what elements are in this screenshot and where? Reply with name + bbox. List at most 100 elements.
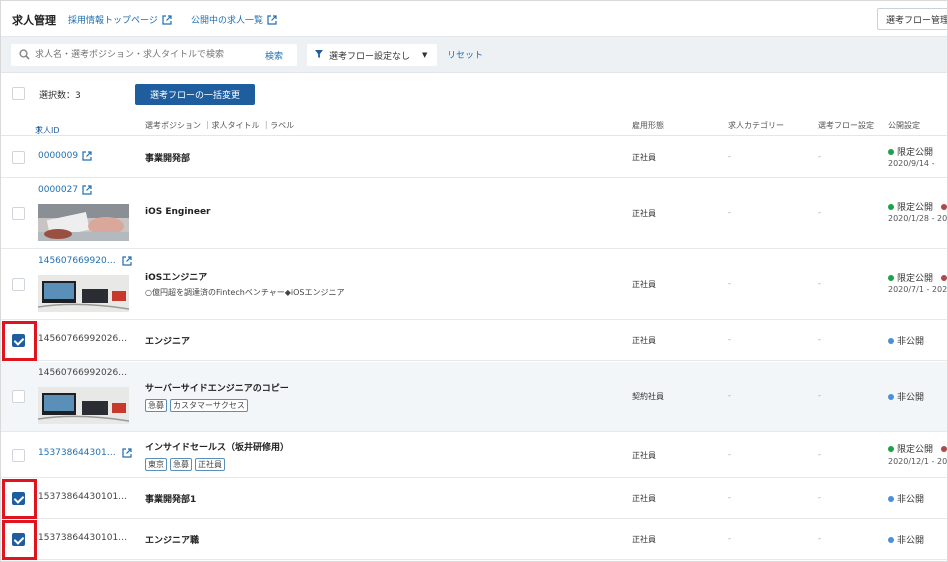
external-link-icon (82, 185, 92, 195)
job-id-link[interactable]: 0000027 (38, 185, 92, 195)
label-tag: 正社員 (195, 458, 225, 471)
flow-value: - (818, 534, 821, 543)
filter-icon (315, 49, 323, 61)
flow-value: - (818, 152, 821, 161)
job-title: ○億円超を調達済のFintechベンチャー◆iOSエンジニア (145, 288, 345, 297)
table-row[interactable]: 14560766992026… エンジニア 正社員 - - 非公開 (1, 321, 947, 361)
status-label: 非公開 (897, 393, 925, 403)
label-tag: 東京 (145, 458, 167, 471)
external-link-icon (82, 151, 92, 161)
chevron-down-icon: ▼ (422, 51, 428, 59)
publish-date: 2020/12/1 - 202 (888, 457, 948, 466)
public-jobs-link[interactable]: 公開中の求人一覧 (191, 13, 277, 26)
highlight-box (2, 321, 37, 361)
status-dot (888, 148, 894, 155)
status-label: 非公開 (897, 536, 925, 546)
highlight-box (2, 520, 37, 560)
employment-type: 正社員 (632, 209, 656, 218)
external-link-icon (162, 14, 172, 25)
table-row[interactable]: 0000009 事業開発部 正社員 - - 限定公開 2020/9/14 - (1, 137, 947, 178)
job-id: 145607669920… (38, 256, 116, 266)
row-checkbox[interactable] (12, 278, 25, 291)
publish-status: 限定公開 (888, 271, 933, 284)
search-button[interactable]: 検索 (265, 49, 283, 62)
bulk-change-flow-button[interactable]: 選考フローの一括変更 (135, 84, 255, 105)
selection-bar: 選択数：3 選考フローの一括変更 (1, 74, 947, 114)
status-dot (888, 337, 894, 344)
table-row[interactable]: 0000027 iOS Engineer 正社員 - - 限定公開 2020/1… (1, 179, 948, 249)
position-name: iOSエンジニア (145, 273, 208, 283)
row-checkbox[interactable] (12, 207, 25, 220)
job-thumbnail-image (38, 275, 129, 312)
column-position: 選考ポジション ｜求人タイトル ｜ラベル (145, 121, 295, 130)
category-value: - (728, 534, 731, 543)
employment-type: 正社員 (632, 336, 656, 345)
flow-value: - (818, 493, 821, 502)
position-name: エンジニア職 (145, 536, 200, 546)
table-row[interactable]: 15373864430101… エンジニア職 正社員 - - 非公開 (1, 520, 947, 560)
select-all-checkbox[interactable] (12, 87, 25, 100)
column-flow: 選考フロー設定 (818, 121, 874, 130)
publish-status: 非公開 (888, 334, 924, 347)
employment-type: 正社員 (632, 280, 656, 289)
employment-type: 正社員 (632, 535, 656, 544)
table-row[interactable]: 145607669920… iOSエンジニア ○億円超を調達済のFintechベ… (1, 250, 947, 320)
flow-value: - (818, 450, 821, 459)
status-label: 限定公開 (897, 445, 934, 455)
publish-status: 限定公開 (888, 442, 933, 455)
flow-management-button[interactable]: 選考フロー管理 (877, 8, 947, 30)
employment-type: 正社員 (632, 153, 656, 162)
page-title: 求人管理 (12, 14, 56, 27)
external-link-icon (267, 14, 277, 25)
job-id: 153738644301… (38, 448, 116, 458)
row-checkbox[interactable] (12, 151, 25, 164)
table-header: ↑ 求人ID 選考ポジション ｜求人タイトル ｜ラベル 雇用形態 求人カテゴリー… (1, 115, 947, 136)
flow-value: - (818, 279, 821, 288)
publish-status: 限定公開 (888, 145, 933, 158)
row-checkbox[interactable] (12, 390, 25, 403)
category-value: - (728, 279, 731, 288)
status-dot (888, 393, 894, 400)
publish-status: 非公開 (888, 492, 924, 505)
table-row[interactable]: 15373864430101… 事業開発部1 正社員 - - 非公開 (1, 479, 947, 519)
secondary-status-dot (941, 446, 947, 452)
row-checkbox[interactable] (12, 449, 25, 462)
category-value: - (728, 152, 731, 161)
publish-date: 2020/9/14 - (888, 159, 935, 168)
job-id-link[interactable]: 0000009 (38, 151, 92, 161)
flow-filter-dropdown[interactable]: 選考フロー設定なし ▼ (307, 44, 437, 66)
external-link-icon (122, 448, 132, 458)
public-jobs-link-label: 公開中の求人一覧 (191, 16, 264, 26)
reset-link[interactable]: リセット (447, 48, 483, 61)
status-label: 非公開 (897, 337, 925, 347)
status-dot (888, 274, 894, 281)
employment-type: 正社員 (632, 451, 656, 460)
table-row[interactable]: 153738644301… インサイドセールス（坂井研修用） 東京 急募 正社員… (1, 433, 948, 478)
table-row[interactable]: 14560766992026… サーバーサイドエンジニアのコピー 急募 カスタマ… (1, 362, 947, 432)
position-name: インサイドセールス（坂井研修用） (145, 443, 290, 453)
job-id-link[interactable]: 153738644301… (38, 448, 132, 458)
secondary-status-dot (941, 204, 947, 210)
job-thumbnail-image (38, 387, 129, 424)
publish-date: 2020/1/28 - 2020 (888, 214, 948, 223)
selected-count: 選択数：3 (39, 91, 81, 101)
job-id-link[interactable]: 145607669920… (38, 256, 132, 266)
status-dot (888, 445, 894, 452)
category-value: - (728, 335, 731, 344)
external-link-icon (122, 256, 132, 266)
status-label: 限定公開 (897, 148, 934, 158)
publish-status: 非公開 (888, 533, 924, 546)
position-name: サーバーサイドエンジニアのコピー (145, 384, 289, 394)
secondary-status-dot (941, 275, 947, 281)
search-input[interactable] (35, 44, 255, 66)
flow-filter-label: 選考フロー設定なし (329, 51, 411, 62)
label-tag: カスタマーサクセス (170, 399, 248, 412)
search-box: 検索 (11, 44, 297, 66)
column-category: 求人カテゴリー (728, 121, 784, 130)
flow-value: - (818, 391, 821, 400)
recruit-top-link[interactable]: 採用情報トップページ (68, 13, 172, 26)
page-header: 求人管理 採用情報トップページ 公開中の求人一覧 選考フロー管理 (1, 1, 947, 37)
label-tag: 急募 (145, 399, 167, 412)
search-bar: 検索 選考フロー設定なし ▼ リセット (1, 37, 947, 73)
label-tags: 東京 急募 正社員 (145, 458, 225, 471)
